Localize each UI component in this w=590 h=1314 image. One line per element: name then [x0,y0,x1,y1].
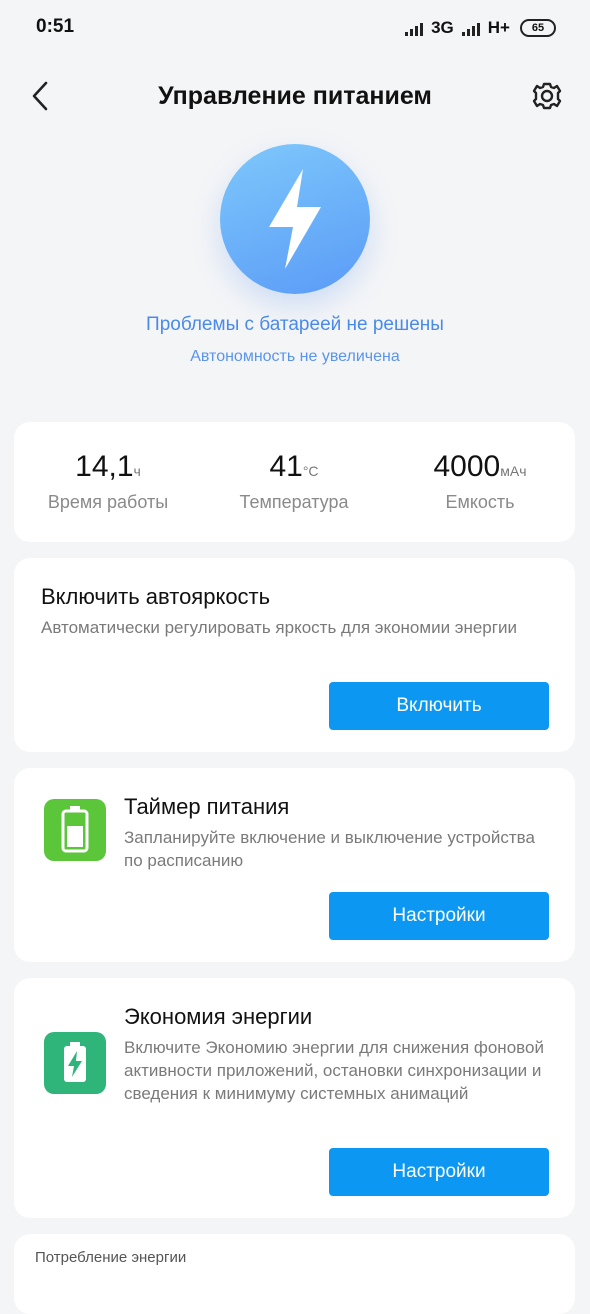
power-timer-settings-button[interactable]: Настройки [329,892,549,940]
energy-consumption-label: Потребление энергии [35,1249,187,1266]
power-saving-card: Экономия энергии Включите Экономию энерг… [14,978,575,1218]
lightning-icon [269,169,321,269]
stat-capacity: 4000мАч Емкость [390,450,570,513]
power-saving-title: Экономия энергии [124,1004,313,1029]
capacity-value: 4000 [433,450,501,483]
enable-button[interactable]: Включить [329,682,549,730]
auto-brightness-description: Автоматически регулировать яркость для э… [41,618,517,637]
signal-icon [405,20,427,36]
network-type-2: H+ [487,18,510,37]
battery-status-icon: 65 [520,19,556,37]
uptime-value: 14,1 [75,450,134,483]
uptime-unit: ч [133,463,141,479]
capacity-unit: мАч [500,463,527,479]
battery-stats-card: 14,1ч Время работы 41°C Температура 4000… [14,422,575,542]
energy-consumption-card[interactable]: Потребление энергии [14,1234,575,1314]
settings-button[interactable] [530,78,564,114]
signal-icon [461,20,484,36]
power-timer-description: Запланируйте включение и выключение устр… [124,828,535,870]
stat-uptime: 14,1ч Время работы [18,450,198,513]
power-saving-description: Включите Экономию энергии для снижения ф… [124,1038,544,1103]
header: Управление питанием [0,68,590,124]
capacity-label: Емкость [445,492,515,512]
temperature-label: Температура [239,492,349,512]
temperature-unit: °C [302,463,319,479]
battery-problem-title: Проблемы с батареей не решены [146,314,444,335]
battery-saver-icon [44,1032,106,1094]
auto-brightness-title: Включить автояркость [41,584,271,609]
network-type-1: 3G [431,18,454,37]
autonomy-subtitle: Автономность не увеличена [190,348,400,365]
power-timer-card: Таймер питания Запланируйте включение и … [14,768,575,962]
status-indicators: 3G H+ 65 [405,16,556,40]
power-saving-settings-button[interactable]: Настройки [329,1148,549,1196]
temperature-value: 41 [269,450,303,483]
battery-status-circle [220,144,370,294]
battery-timer-icon [44,799,106,861]
stat-temperature: 41°C Температура [204,450,384,513]
auto-brightness-card: Включить автояркость Автоматически регул… [14,558,575,752]
status-bar: 0:51 3G H+ 65 [0,0,590,56]
status-time: 0:51 [36,16,75,37]
uptime-label: Время работы [47,492,169,512]
page-title: Управление питанием [158,82,432,110]
gear-icon [532,82,562,110]
power-timer-title: Таймер питания [124,794,290,819]
